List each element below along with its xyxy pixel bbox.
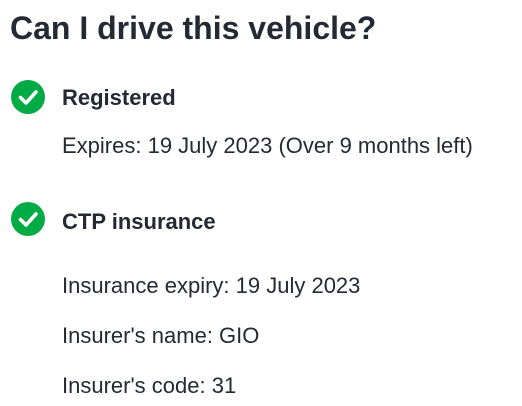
insurance-expiry: Insurance expiry: 19 July 2023 (62, 273, 361, 298)
check-circle-icon (11, 202, 45, 236)
registration-heading: Registered (62, 85, 176, 110)
page-title: Can I drive this vehicle? (10, 10, 377, 46)
registration-expiry: Expires: 19 July 2023 (Over 9 months lef… (62, 133, 473, 158)
check-circle-icon (11, 80, 45, 114)
ctp-insurance-heading: CTP insurance (62, 209, 216, 234)
insurer-name: Insurer's name: GIO (62, 323, 260, 348)
insurer-code: Insurer's code: 31 (62, 373, 237, 398)
